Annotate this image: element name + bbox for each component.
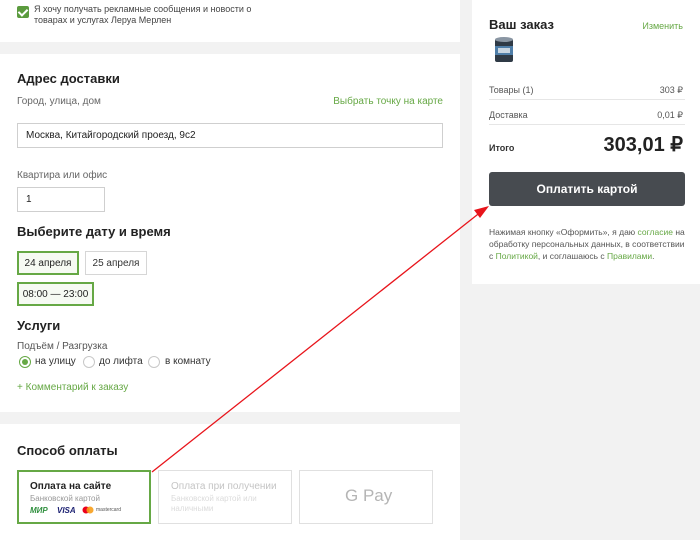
mir-logo: МИР xyxy=(30,506,48,515)
address-input[interactable]: Москва, Китайгородский проезд, 9с2 xyxy=(17,123,443,148)
product-thumbnail[interactable] xyxy=(494,36,514,64)
consent-link[interactable]: согласие xyxy=(638,227,673,237)
add-comment-link[interactable]: + Комментарий к заказу xyxy=(17,382,128,393)
lift-radio-street-label[interactable]: на улицу xyxy=(35,356,76,367)
edit-order-link[interactable]: Изменить xyxy=(642,21,683,31)
lift-label: Подъём / Разгрузка xyxy=(17,341,108,352)
delivery-cost-value: 0,01 ₽ xyxy=(657,110,683,120)
newsletter-consent-text: Я хочу получать рекламные сообщения и но… xyxy=(34,4,252,25)
payment-title: Способ оплаты xyxy=(17,443,118,458)
goods-value: 303 ₽ xyxy=(659,85,683,95)
pay-online-subtitle: Банковской картой xyxy=(30,494,100,503)
date-option[interactable]: 25 апреля xyxy=(85,251,147,275)
rules-link[interactable]: Правилами xyxy=(607,251,652,261)
address-label: Город, улица, дом xyxy=(17,96,101,107)
lift-radio-room-label[interactable]: в комнату xyxy=(165,356,211,367)
divider xyxy=(489,124,685,125)
pay-on-delivery-option[interactable]: Оплата при получении Банковской картой и… xyxy=(158,470,292,524)
google-pay-logo: G Pay xyxy=(345,486,393,505)
newsletter-checkbox[interactable] xyxy=(17,6,29,18)
pay-on-delivery-subtitle: Банковской картой или наличными xyxy=(171,494,257,513)
lift-radio-elevator[interactable] xyxy=(83,356,95,368)
pay-on-delivery-title: Оплата при получении xyxy=(171,481,277,492)
time-slot-option[interactable]: 08:00 — 23:00 xyxy=(17,282,94,306)
mastercard-icon xyxy=(82,506,94,514)
order-summary-card: Ваш заказ Изменить Товары (1) 303 ₽ Дост… xyxy=(472,0,700,284)
visa-logo: VISA xyxy=(57,506,76,515)
policy-link[interactable]: Политикой xyxy=(496,251,538,261)
google-pay-option[interactable]: G Pay xyxy=(299,470,433,524)
apartment-input[interactable]: 1 xyxy=(17,187,105,212)
mastercard-logo: mastercard xyxy=(96,507,122,513)
total-value: 303,01 ₽ xyxy=(603,134,683,156)
lift-radio-street[interactable] xyxy=(19,356,31,368)
delivery-title: Адрес доставки xyxy=(17,71,120,86)
choose-on-map-link[interactable]: Выбрать точку на карте xyxy=(333,96,443,107)
pay-online-title: Оплата на сайте xyxy=(30,481,112,492)
date-time-title: Выберите дату и время xyxy=(17,224,171,239)
services-title: Услуги xyxy=(17,318,61,333)
pay-by-card-button[interactable]: Оплатить картой xyxy=(489,172,685,206)
order-title: Ваш заказ xyxy=(489,17,554,32)
total-label: Итого xyxy=(489,143,515,153)
legal-consent-text: Нажимая кнопку «Оформить», я даю согласи… xyxy=(489,227,685,261)
divider xyxy=(489,99,685,100)
apartment-label: Квартира или офис xyxy=(17,170,108,181)
delivery-cost-label: Доставка xyxy=(489,110,528,120)
date-option-selected[interactable]: 24 апреля xyxy=(17,251,79,275)
goods-label: Товары (1) xyxy=(489,85,534,95)
delivery-card: Адрес доставки Город, улица, дом Выбрать… xyxy=(0,54,460,412)
lift-radio-room[interactable] xyxy=(148,356,160,368)
payment-card: Способ оплаты Оплата на сайте Банковской… xyxy=(0,424,460,540)
consent-card: Я хочу получать рекламные сообщения и но… xyxy=(0,0,460,42)
lift-radio-elevator-label[interactable]: до лифта xyxy=(99,356,143,367)
pay-online-option[interactable]: Оплата на сайте Банковской картой МИР VI… xyxy=(17,470,151,524)
